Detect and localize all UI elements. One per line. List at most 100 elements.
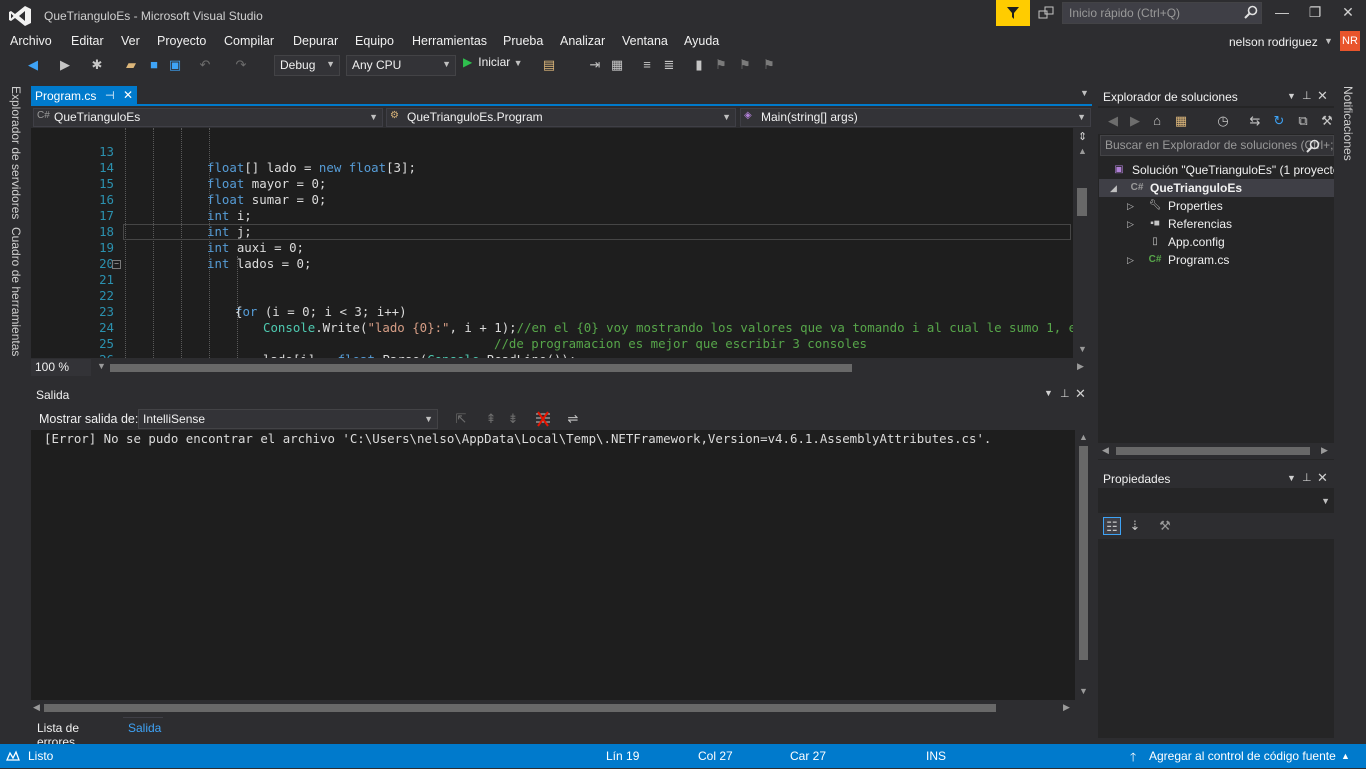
pending-changes-filter-icon[interactable]: ◷ <box>1214 112 1232 130</box>
menu-proyecto[interactable]: Proyecto <box>157 34 206 48</box>
scrollbar-thumb[interactable] <box>1077 188 1087 216</box>
chevron-down-icon[interactable]: ▼ <box>1287 473 1296 483</box>
tab-list-dropdown-icon[interactable]: ▼ <box>1080 88 1089 98</box>
bookmark-clear-icon[interactable]: ⚑ <box>760 56 778 74</box>
scrollbar-thumb[interactable] <box>110 364 852 372</box>
pin-icon[interactable]: ⊥ <box>1060 387 1070 400</box>
menu-analizar[interactable]: Analizar <box>560 34 605 48</box>
collapse-all-icon[interactable]: ⧉ <box>1294 112 1312 130</box>
expanded-arrow-icon[interactable]: ◢ <box>1110 179 1117 197</box>
scroll-right-icon[interactable]: ▶ <box>1077 361 1084 372</box>
output-source-select[interactable]: IntelliSense ▼ <box>138 409 438 429</box>
menu-depurar[interactable]: Depurar <box>293 34 338 48</box>
configuration-select[interactable]: Debug ▼ <box>274 55 340 76</box>
comment-out-icon[interactable]: ≡ <box>638 56 656 74</box>
scroll-down-icon[interactable]: ▼ <box>1078 344 1087 354</box>
save-all-icon[interactable]: ▣ <box>166 56 184 74</box>
close-icon[interactable]: ✕ <box>123 88 133 102</box>
tree-item-properties[interactable]: ▷ 🔧︎ Properties <box>1099 197 1334 215</box>
back-icon[interactable]: ◀ <box>1104 112 1122 130</box>
bookmark-next-icon[interactable]: ⚑ <box>736 56 754 74</box>
search-icon[interactable] <box>1244 5 1258 19</box>
platform-select[interactable]: Any CPU ▼ <box>346 55 456 76</box>
editor-vertical-scrollbar[interactable]: ⇕ ▲ ▼ <box>1073 128 1093 358</box>
properties-object-select[interactable]: ▼ <box>1098 490 1334 512</box>
chevron-up-icon[interactable]: ▲ <box>1341 751 1350 761</box>
chevron-down-icon[interactable]: ▼ <box>1324 36 1333 46</box>
alphabetical-icon[interactable]: ⇣ <box>1126 517 1144 535</box>
start-button[interactable]: ▶ Iniciar ▼ <box>463 55 523 69</box>
split-icon[interactable]: ⇕ <box>1078 130 1087 143</box>
chevron-down-icon[interactable]: ▼ <box>97 361 106 371</box>
quick-launch-input[interactable]: Inicio rápido (Ctrl+Q) <box>1062 2 1262 24</box>
search-icon[interactable] <box>1306 139 1320 153</box>
forward-icon[interactable]: ▶ <box>1126 112 1144 130</box>
server-explorer-tab[interactable]: Explorador de servidores <box>9 86 23 219</box>
avatar[interactable]: NR <box>1340 31 1360 51</box>
add-to-source-control-button[interactable]: Agregar al control de código fuente <box>1149 749 1336 763</box>
collapsed-arrow-icon[interactable]: ▷ <box>1127 215 1134 233</box>
scroll-right-icon[interactable]: ▶ <box>1063 702 1070 713</box>
collapse-icon[interactable]: − <box>112 260 121 269</box>
bookmark-icon[interactable]: ▮ <box>690 56 708 74</box>
collapsed-arrow-icon[interactable]: ▷ <box>1127 197 1134 215</box>
tree-item-program-cs[interactable]: ▷ C# Program.cs <box>1099 251 1334 269</box>
close-icon[interactable]: ✕ <box>1317 88 1328 104</box>
account-toggle-icon[interactable] <box>1036 4 1058 24</box>
new-project-icon[interactable]: ✱ <box>88 56 106 74</box>
clear-all-icon[interactable] <box>534 410 552 428</box>
menu-herramientas[interactable]: Herramientas <box>412 34 487 48</box>
redo-icon[interactable]: ↷ <box>232 56 250 74</box>
class-nav-select[interactable]: ⚙ QueTrianguloEs.Program ▼ <box>386 108 736 127</box>
menu-compilar[interactable]: Compilar <box>224 34 274 48</box>
scroll-up-icon[interactable]: ▲ <box>1079 432 1088 442</box>
open-file-icon[interactable]: ▰ <box>122 56 140 74</box>
project-nav-select[interactable]: C# QueTrianguloEs ▼ <box>33 108 383 127</box>
close-button[interactable]: ✕ <box>1336 4 1360 24</box>
home-icon[interactable]: ⌂ <box>1148 112 1166 130</box>
tree-item-project[interactable]: ◢ C# QueTrianguloEs <box>1099 179 1334 197</box>
collapsed-arrow-icon[interactable]: ▷ <box>1127 251 1134 269</box>
previous-message-icon[interactable]: ⇞ <box>482 410 500 428</box>
scrollbar-thumb[interactable] <box>44 704 996 712</box>
scrollbar-thumb[interactable] <box>1116 447 1310 455</box>
zoom-select[interactable]: 100 % <box>31 359 91 376</box>
bookmark-prev-icon[interactable]: ⚑ <box>712 56 730 74</box>
sync-icon[interactable]: ⇆ <box>1246 112 1264 130</box>
minimize-button[interactable]: — <box>1270 4 1294 24</box>
pin-icon[interactable]: ⊥ <box>1302 89 1312 102</box>
output-content[interactable] <box>31 430 1075 700</box>
arrow-up-icon[interactable]: 🡑︎ <box>1130 748 1136 769</box>
switch-views-icon[interactable]: ▦ <box>1172 112 1190 130</box>
find-message-icon[interactable]: ⇱ <box>452 410 470 428</box>
scroll-left-icon[interactable]: ◀ <box>1102 445 1109 456</box>
chevron-down-icon[interactable]: ▼ <box>1044 388 1053 398</box>
toolbox-tab[interactable]: Cuadro de herramientas <box>9 227 23 356</box>
menu-ayuda[interactable]: Ayuda <box>684 34 719 48</box>
scroll-right-icon[interactable]: ▶ <box>1321 445 1328 456</box>
attach-icon[interactable]: ▤ <box>540 56 558 74</box>
scroll-up-icon[interactable]: ▲ <box>1078 146 1087 156</box>
properties-icon[interactable]: ⚒ <box>1318 112 1336 130</box>
close-icon[interactable]: ✕ <box>1075 386 1086 402</box>
notifications-tab[interactable]: Notificaciones <box>1341 86 1355 161</box>
step-icon[interactable]: ⇥ <box>586 56 604 74</box>
undo-icon[interactable]: ↶ <box>196 56 214 74</box>
categorized-icon[interactable]: ☷ <box>1103 517 1121 535</box>
tree-item-solution[interactable]: ▣ Solución "QueTrianguloEs" (1 proyecto) <box>1099 161 1334 179</box>
next-message-icon[interactable]: ⇟ <box>504 410 522 428</box>
navigate-back-icon[interactable]: ◀ <box>24 56 42 74</box>
code-editor[interactable]: 13 float[] lado = new float[3]; 14 float… <box>31 128 1073 358</box>
word-wrap-icon[interactable]: ⇌ <box>564 410 582 428</box>
tab-output[interactable]: Salida <box>123 717 163 738</box>
member-nav-select[interactable]: ◈ Main(string[] args) ▼ <box>740 108 1091 127</box>
tab-program-cs[interactable]: Program.cs ⊣ ✕ <box>31 86 137 106</box>
tab-error-list[interactable]: Lista de errores <box>31 718 123 749</box>
close-icon[interactable]: ✕ <box>1317 470 1328 486</box>
menu-ventana[interactable]: Ventana <box>622 34 668 48</box>
navigate-forward-icon[interactable]: ▶ <box>56 56 74 74</box>
menu-editar[interactable]: Editar <box>71 34 104 48</box>
tree-item-references[interactable]: ▷ ▪■ Referencias <box>1099 215 1334 233</box>
scrollbar-thumb[interactable] <box>1079 446 1088 660</box>
menu-equipo[interactable]: Equipo <box>355 34 394 48</box>
